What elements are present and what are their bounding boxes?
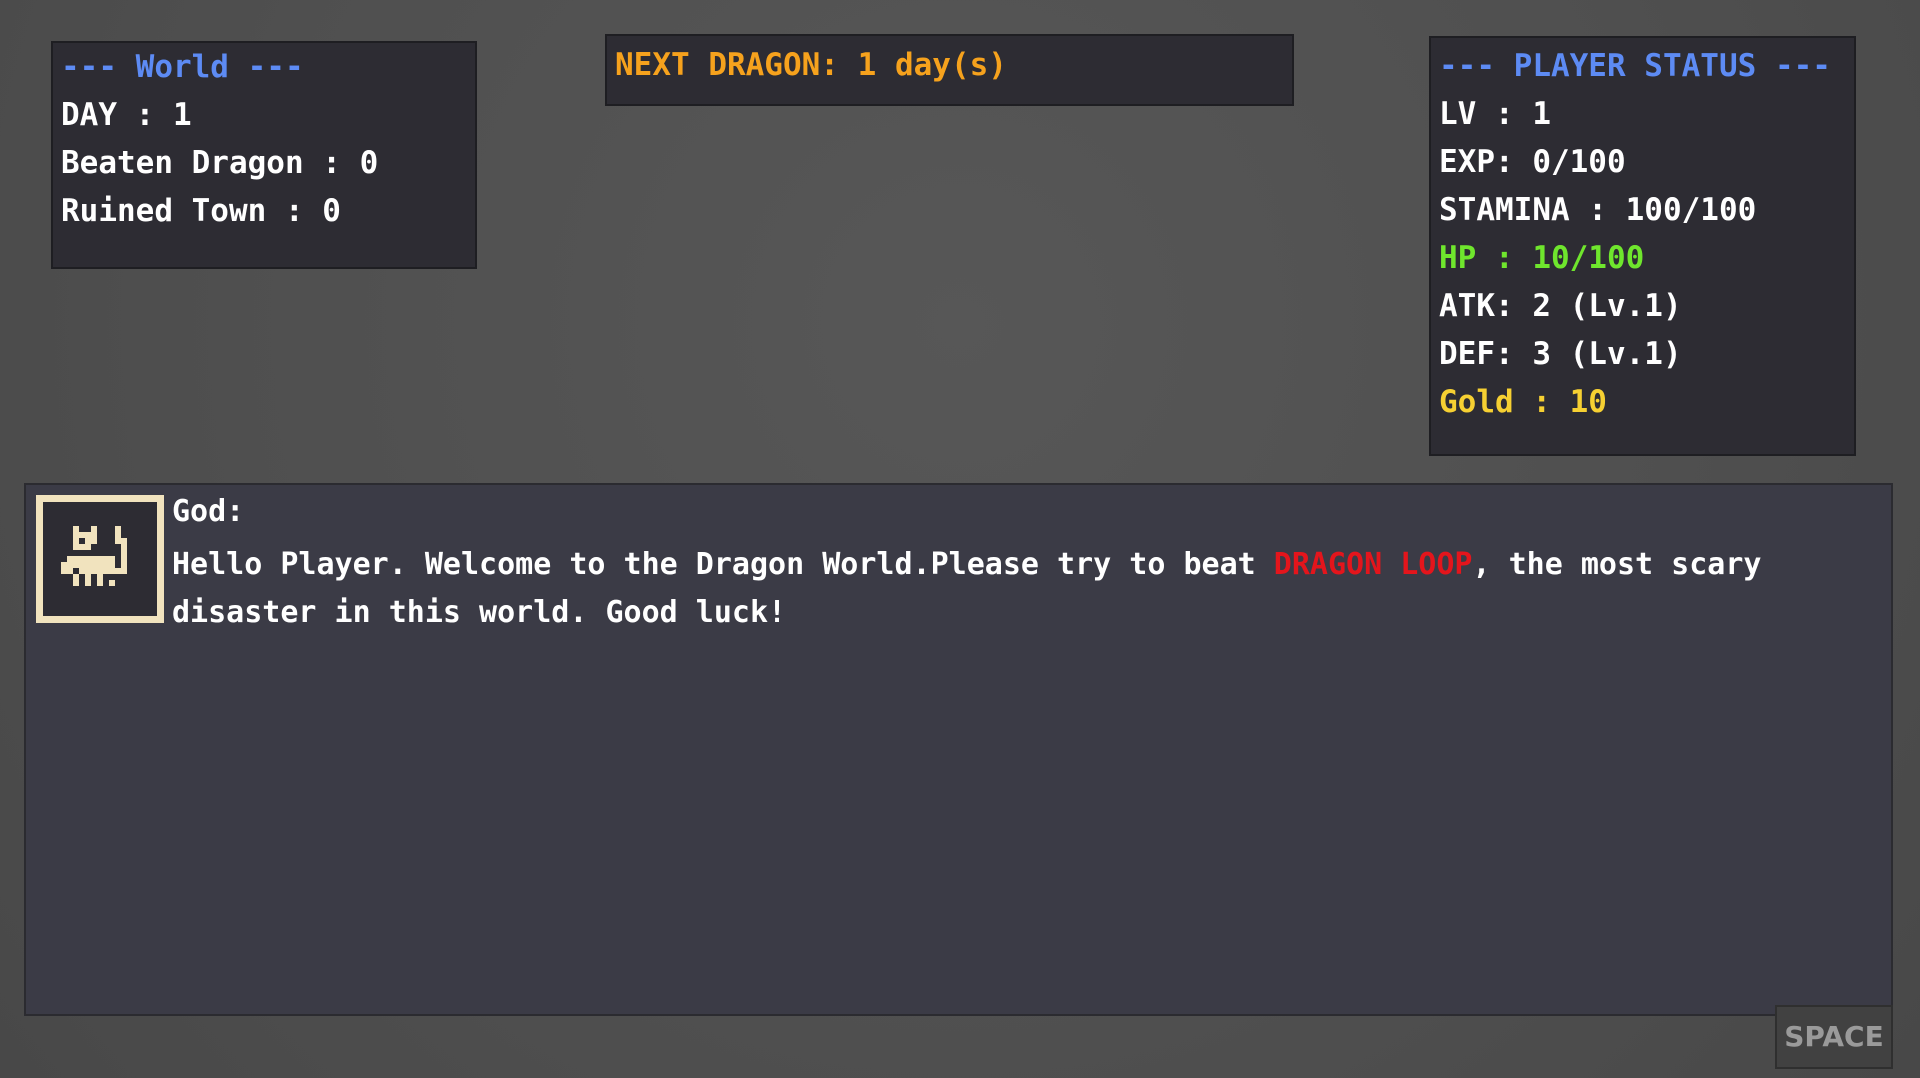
world-ruined-town: Ruined Town : 0 xyxy=(61,193,341,229)
space-button[interactable]: SPACE xyxy=(1775,1005,1893,1069)
world-beaten-dragon: Beaten Dragon : 0 xyxy=(61,145,379,181)
player-stamina: STAMINA : 100/100 xyxy=(1439,192,1757,228)
player-gold: Gold : 10 xyxy=(1439,384,1607,420)
player-exp: EXP: 0/100 xyxy=(1439,144,1626,180)
dialog-box[interactable]: God: Hello Player. Welcome to the Dragon… xyxy=(24,483,1893,1016)
god-portrait-icon xyxy=(61,526,127,586)
dialog-message: Hello Player. Welcome to the Dragon Worl… xyxy=(172,541,1872,637)
world-panel: --- World --- DAY : 1 Beaten Dragon : 0 … xyxy=(51,41,477,269)
speaker-name: God: xyxy=(172,494,245,529)
world-day: DAY : 1 xyxy=(61,97,192,133)
world-header: --- World --- xyxy=(61,49,304,85)
dialog-highlight: DRAGON LOOP xyxy=(1273,547,1473,582)
next-dragon-panel: NEXT DRAGON: 1 day(s) xyxy=(605,34,1294,106)
player-level: LV : 1 xyxy=(1439,96,1551,132)
player-def: DEF: 3 (Lv.1) xyxy=(1439,336,1682,372)
player-hp: HP : 10/100 xyxy=(1439,240,1645,276)
player-status-panel: --- PLAYER STATUS --- LV : 1 EXP: 0/100 … xyxy=(1429,36,1856,456)
next-dragon-label: NEXT DRAGON: 1 day(s) xyxy=(615,47,1007,83)
player-atk: ATK: 2 (Lv.1) xyxy=(1439,288,1682,324)
speaker-portrait xyxy=(36,495,164,623)
dialog-text-part1: Hello Player. Welcome to the Dragon Worl… xyxy=(172,547,1274,582)
player-status-header: --- PLAYER STATUS --- xyxy=(1439,48,1831,84)
